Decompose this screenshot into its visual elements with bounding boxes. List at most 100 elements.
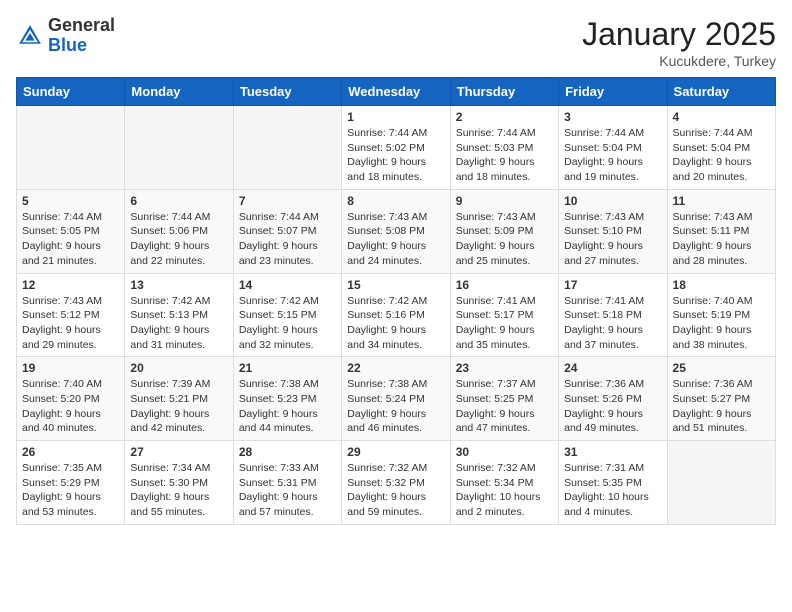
day-number: 19 (22, 361, 119, 375)
day-content: Sunrise: 7:44 AM Sunset: 5:06 PM Dayligh… (130, 210, 227, 269)
month-title: January 2025 (582, 16, 776, 53)
day-content: Sunrise: 7:41 AM Sunset: 5:18 PM Dayligh… (564, 294, 661, 353)
day-content: Sunrise: 7:34 AM Sunset: 5:30 PM Dayligh… (130, 461, 227, 520)
calendar-cell: 15 Sunrise: 7:42 AM Sunset: 5:16 PM Dayli… (342, 273, 450, 357)
day-content: Sunrise: 7:32 AM Sunset: 5:34 PM Dayligh… (456, 461, 553, 520)
day-number: 29 (347, 445, 444, 459)
day-number: 1 (347, 110, 444, 124)
calendar-cell (233, 106, 341, 190)
day-content: Sunrise: 7:38 AM Sunset: 5:24 PM Dayligh… (347, 377, 444, 436)
calendar-week-3: 12Sunrise: 7:43 AM Sunset: 5:12 PM Dayli… (17, 273, 776, 357)
weekday-header-row: SundayMondayTuesdayWednesdayThursdayFrid… (17, 78, 776, 106)
day-content: Sunrise: 7:38 AM Sunset: 5:23 PM Dayligh… (239, 377, 336, 436)
day-content: Sunrise: 7:42 AM Sunset: 5:16 PM Dayligh… (347, 294, 444, 353)
day-number: 4 (673, 110, 770, 124)
day-number: 26 (22, 445, 119, 459)
day-content: Sunrise: 7:40 AM Sunset: 5:19 PM Dayligh… (673, 294, 770, 353)
calendar-cell: 18 Sunrise: 7:40 AM Sunset: 5:19 PM Dayli… (667, 273, 775, 357)
day-content: Sunrise: 7:33 AM Sunset: 5:31 PM Dayligh… (239, 461, 336, 520)
day-content: Sunrise: 7:36 AM Sunset: 5:26 PM Dayligh… (564, 377, 661, 436)
calendar-week-4: 19 Sunrise: 7:40 AM Sunset: 5:20 PM Dayli… (17, 357, 776, 441)
calendar-cell (125, 106, 233, 190)
day-number: 16 (456, 278, 553, 292)
day-content: Sunrise: 7:44 AM Sunset: 5:04 PM Dayligh… (673, 126, 770, 185)
weekday-header-friday: Friday (559, 78, 667, 106)
calendar-cell: 2Sunrise: 7:44 AM Sunset: 5:03 PM Daylig… (450, 106, 558, 190)
day-content: Sunrise: 7:44 AM Sunset: 5:05 PM Dayligh… (22, 210, 119, 269)
calendar-cell: 14Sunrise: 7:42 AM Sunset: 5:15 PM Dayli… (233, 273, 341, 357)
day-number: 14 (239, 278, 336, 292)
calendar-cell: 29 Sunrise: 7:32 AM Sunset: 5:32 PM Dayli… (342, 441, 450, 525)
title-block: January 2025 Kucukdere, Turkey (582, 16, 776, 69)
calendar-cell: 10 Sunrise: 7:43 AM Sunset: 5:10 PM Dayli… (559, 189, 667, 273)
day-content: Sunrise: 7:32 AM Sunset: 5:32 PM Dayligh… (347, 461, 444, 520)
day-number: 31 (564, 445, 661, 459)
day-content: Sunrise: 7:43 AM Sunset: 5:12 PM Dayligh… (22, 294, 119, 353)
calendar-cell: 28 Sunrise: 7:33 AM Sunset: 5:31 PM Dayli… (233, 441, 341, 525)
day-content: Sunrise: 7:42 AM Sunset: 5:13 PM Dayligh… (130, 294, 227, 353)
calendar-cell (667, 441, 775, 525)
weekday-header-saturday: Saturday (667, 78, 775, 106)
page-header: General Blue January 2025 Kucukdere, Tur… (16, 16, 776, 69)
day-content: Sunrise: 7:36 AM Sunset: 5:27 PM Dayligh… (673, 377, 770, 436)
logo-blue: Blue (48, 36, 115, 56)
logo-general: General (48, 16, 115, 36)
calendar-cell: 19 Sunrise: 7:40 AM Sunset: 5:20 PM Dayli… (17, 357, 125, 441)
day-number: 23 (456, 361, 553, 375)
weekday-header-wednesday: Wednesday (342, 78, 450, 106)
location: Kucukdere, Turkey (582, 53, 776, 69)
day-number: 5 (22, 194, 119, 208)
day-number: 7 (239, 194, 336, 208)
calendar-table: SundayMondayTuesdayWednesdayThursdayFrid… (16, 77, 776, 525)
day-content: Sunrise: 7:41 AM Sunset: 5:17 PM Dayligh… (456, 294, 553, 353)
calendar-cell: 13 Sunrise: 7:42 AM Sunset: 5:13 PM Dayli… (125, 273, 233, 357)
calendar-cell: 8Sunrise: 7:43 AM Sunset: 5:08 PM Daylig… (342, 189, 450, 273)
day-content: Sunrise: 7:40 AM Sunset: 5:20 PM Dayligh… (22, 377, 119, 436)
logo: General Blue (16, 16, 115, 56)
calendar-cell: 4 Sunrise: 7:44 AM Sunset: 5:04 PM Daylig… (667, 106, 775, 190)
weekday-header-sunday: Sunday (17, 78, 125, 106)
calendar-cell: 11Sunrise: 7:43 AM Sunset: 5:11 PM Dayli… (667, 189, 775, 273)
day-number: 9 (456, 194, 553, 208)
calendar-week-1: 1Sunrise: 7:44 AM Sunset: 5:02 PM Daylig… (17, 106, 776, 190)
day-number: 17 (564, 278, 661, 292)
day-number: 27 (130, 445, 227, 459)
day-number: 11 (673, 194, 770, 208)
day-number: 24 (564, 361, 661, 375)
day-content: Sunrise: 7:35 AM Sunset: 5:29 PM Dayligh… (22, 461, 119, 520)
day-number: 8 (347, 194, 444, 208)
day-number: 22 (347, 361, 444, 375)
day-number: 6 (130, 194, 227, 208)
calendar-cell: 30 Sunrise: 7:32 AM Sunset: 5:34 PM Dayli… (450, 441, 558, 525)
day-content: Sunrise: 7:31 AM Sunset: 5:35 PM Dayligh… (564, 461, 661, 520)
calendar-cell: 24 Sunrise: 7:36 AM Sunset: 5:26 PM Dayli… (559, 357, 667, 441)
calendar-cell: 3 Sunrise: 7:44 AM Sunset: 5:04 PM Daylig… (559, 106, 667, 190)
day-number: 30 (456, 445, 553, 459)
day-number: 18 (673, 278, 770, 292)
calendar-cell: 20Sunrise: 7:39 AM Sunset: 5:21 PM Dayli… (125, 357, 233, 441)
calendar-cell: 5 Sunrise: 7:44 AM Sunset: 5:05 PM Daylig… (17, 189, 125, 273)
day-number: 21 (239, 361, 336, 375)
day-number: 10 (564, 194, 661, 208)
day-number: 2 (456, 110, 553, 124)
day-number: 28 (239, 445, 336, 459)
calendar-cell: 16 Sunrise: 7:41 AM Sunset: 5:17 PM Dayli… (450, 273, 558, 357)
day-content: Sunrise: 7:43 AM Sunset: 5:09 PM Dayligh… (456, 210, 553, 269)
calendar-cell: 21 Sunrise: 7:38 AM Sunset: 5:23 PM Dayli… (233, 357, 341, 441)
day-number: 25 (673, 361, 770, 375)
calendar-cell: 1Sunrise: 7:44 AM Sunset: 5:02 PM Daylig… (342, 106, 450, 190)
calendar-cell: 12Sunrise: 7:43 AM Sunset: 5:12 PM Dayli… (17, 273, 125, 357)
calendar-cell: 23 Sunrise: 7:37 AM Sunset: 5:25 PM Dayli… (450, 357, 558, 441)
logo-icon (16, 22, 44, 50)
weekday-header-monday: Monday (125, 78, 233, 106)
day-number: 13 (130, 278, 227, 292)
day-number: 3 (564, 110, 661, 124)
day-content: Sunrise: 7:44 AM Sunset: 5:07 PM Dayligh… (239, 210, 336, 269)
day-content: Sunrise: 7:37 AM Sunset: 5:25 PM Dayligh… (456, 377, 553, 436)
day-number: 15 (347, 278, 444, 292)
calendar-week-2: 5 Sunrise: 7:44 AM Sunset: 5:05 PM Daylig… (17, 189, 776, 273)
calendar-cell: 31 Sunrise: 7:31 AM Sunset: 5:35 PM Dayli… (559, 441, 667, 525)
day-content: Sunrise: 7:44 AM Sunset: 5:04 PM Dayligh… (564, 126, 661, 185)
day-content: Sunrise: 7:43 AM Sunset: 5:10 PM Dayligh… (564, 210, 661, 269)
day-number: 20 (130, 361, 227, 375)
